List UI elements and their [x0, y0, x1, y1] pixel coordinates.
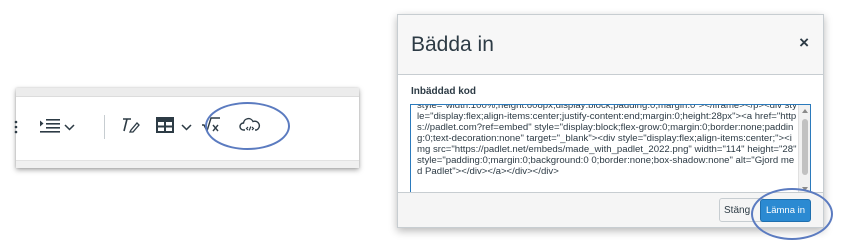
- indent-dropdown-button[interactable]: [38, 116, 76, 138]
- embed-code-textarea[interactable]: style="width:100%;height:608px;display:b…: [410, 104, 811, 196]
- toolbar-bottom-edge: [16, 160, 359, 168]
- chevron-down-icon: [64, 118, 75, 136]
- close-icon[interactable]: ×: [799, 34, 809, 52]
- math-equation-icon: [201, 116, 221, 139]
- embed-dialog: Bädda in × Inbäddad kod style="width:100…: [397, 14, 824, 228]
- submit-button[interactable]: Lämna in: [760, 199, 811, 222]
- dialog-footer: Stäng Lämna in: [398, 192, 823, 227]
- dialog-body: Inbäddad kod style="width:100%;height:60…: [398, 75, 823, 196]
- clear-formatting-button[interactable]: [118, 116, 142, 138]
- scroll-thumb[interactable]: [802, 119, 808, 175]
- toolbar-top-edge: [16, 88, 359, 97]
- list-menu-icon[interactable]: [14, 119, 20, 135]
- embed-code-label: Inbäddad kod: [411, 86, 476, 97]
- scroll-down-icon[interactable]: [802, 187, 808, 191]
- table-icon: [156, 116, 174, 138]
- math-equation-button[interactable]: [200, 116, 222, 138]
- scroll-up-icon[interactable]: [802, 109, 808, 113]
- dialog-title: Bädda in: [411, 33, 494, 56]
- cancel-button[interactable]: Stäng: [719, 198, 765, 222]
- dialog-header: Bädda in ×: [398, 15, 823, 75]
- chevron-down-icon: [181, 118, 192, 136]
- toolbar-divider: [104, 115, 105, 139]
- indent-icon: [39, 117, 61, 138]
- table-dropdown-button[interactable]: [153, 116, 195, 138]
- clear-formatting-icon: [120, 117, 140, 138]
- cloud-embed-icon: [239, 116, 261, 139]
- editor-toolbar: [14, 88, 359, 168]
- textarea-scrollbar[interactable]: [798, 105, 810, 195]
- embed-code-value: style="width:100%;height:608px;display:b…: [417, 104, 797, 177]
- embed-button[interactable]: [238, 116, 262, 138]
